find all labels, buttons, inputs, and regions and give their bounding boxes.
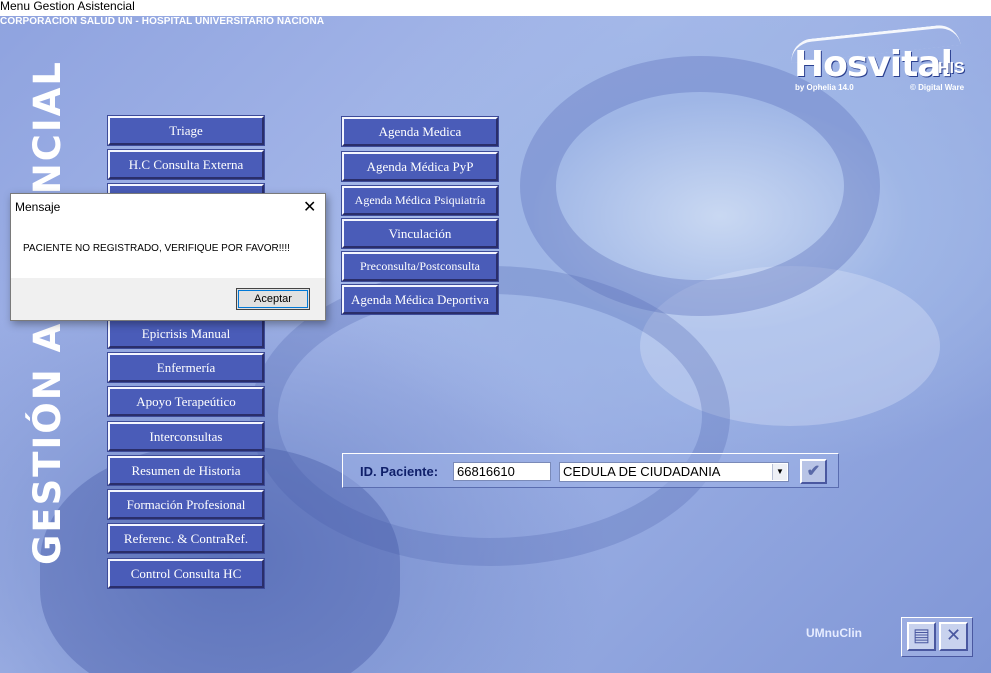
document-type-select[interactable]: CEDULA DE CIUDADANIA ▼ bbox=[559, 462, 789, 482]
vinculacion-button[interactable]: Vinculación bbox=[341, 218, 499, 249]
interconsultas-button[interactable]: Interconsultas bbox=[107, 421, 265, 452]
hospital-name: CORPORACION SALUD UN - HOSPITAL UNIVERSI… bbox=[0, 16, 325, 27]
control-consulta-hc-button[interactable]: Control Consulta HC bbox=[107, 558, 265, 589]
logo-byline: by Ophelia 14.0 bbox=[795, 83, 854, 92]
dialog-message: PACIENTE NO REGISTRADO, VERIFIQUE POR FA… bbox=[23, 243, 290, 254]
triage-button[interactable]: Triage bbox=[107, 115, 265, 146]
hosvital-logo: Hosvital HIS by Ophelia 14.0 © Digital W… bbox=[789, 23, 985, 102]
aceptar-button[interactable]: Aceptar bbox=[236, 288, 310, 310]
logo-name: Hosvital bbox=[794, 44, 953, 85]
message-dialog: Mensaje ✕ PACIENTE NO REGISTRADO, VERIFI… bbox=[10, 193, 326, 321]
window-title: Menu Gestion Asistencial bbox=[0, 0, 991, 16]
enfermeria-button[interactable]: Enfermería bbox=[107, 352, 265, 383]
dialog-close-icon[interactable]: ✕ bbox=[303, 197, 316, 217]
epicrisis-manual-button[interactable]: Epicrisis Manual bbox=[107, 318, 265, 349]
bottom-toolbar: ▤ ✕ bbox=[901, 617, 973, 657]
patient-id-input[interactable]: 66816610 bbox=[453, 462, 551, 481]
patient-id-panel: ID. Paciente: 66816610 CEDULA DE CIUDADA… bbox=[342, 453, 839, 488]
agenda-medica-psiquiatria-button[interactable]: Agenda Médica Psiquiatría bbox=[341, 185, 499, 216]
dialog-footer: Aceptar bbox=[11, 278, 325, 320]
agenda-medica-button[interactable]: Agenda Medica bbox=[341, 116, 499, 147]
dropdown-arrow-icon[interactable]: ▼ bbox=[772, 464, 787, 480]
printer-icon: ▤ bbox=[912, 625, 930, 645]
form-name: UMnuClin bbox=[806, 626, 862, 640]
exit-button[interactable]: ✕ bbox=[939, 622, 968, 651]
checkmark-icon: ✔ bbox=[806, 463, 821, 480]
hc-consulta-externa-button[interactable]: H.C Consulta Externa bbox=[107, 149, 265, 180]
referencia-contrareferencia-button[interactable]: Referenc. & ContraRef. bbox=[107, 523, 265, 554]
apoyo-terapeutico-button[interactable]: Apoyo Terapeútico bbox=[107, 386, 265, 417]
print-button[interactable]: ▤ bbox=[907, 622, 936, 651]
logo-vendor: © Digital Ware bbox=[910, 83, 965, 92]
dialog-title: Mensaje bbox=[15, 200, 61, 214]
preconsulta-postconsulta-button[interactable]: Preconsulta/Postconsulta bbox=[341, 251, 499, 282]
confirm-patient-button[interactable]: ✔ bbox=[800, 459, 827, 484]
resumen-historia-button[interactable]: Resumen de Historia bbox=[107, 455, 265, 486]
logo-suffix: HIS bbox=[938, 60, 965, 77]
agenda-medica-pyp-button[interactable]: Agenda Médica PyP bbox=[341, 151, 499, 182]
close-icon: ✕ bbox=[945, 625, 962, 645]
formacion-profesional-button[interactable]: Formación Profesional bbox=[107, 489, 265, 520]
document-type-value: CEDULA DE CIUDADANIA bbox=[563, 464, 721, 479]
agenda-medica-deportiva-button[interactable]: Agenda Médica Deportiva bbox=[341, 284, 499, 315]
patient-id-label: ID. Paciente: bbox=[360, 464, 439, 479]
